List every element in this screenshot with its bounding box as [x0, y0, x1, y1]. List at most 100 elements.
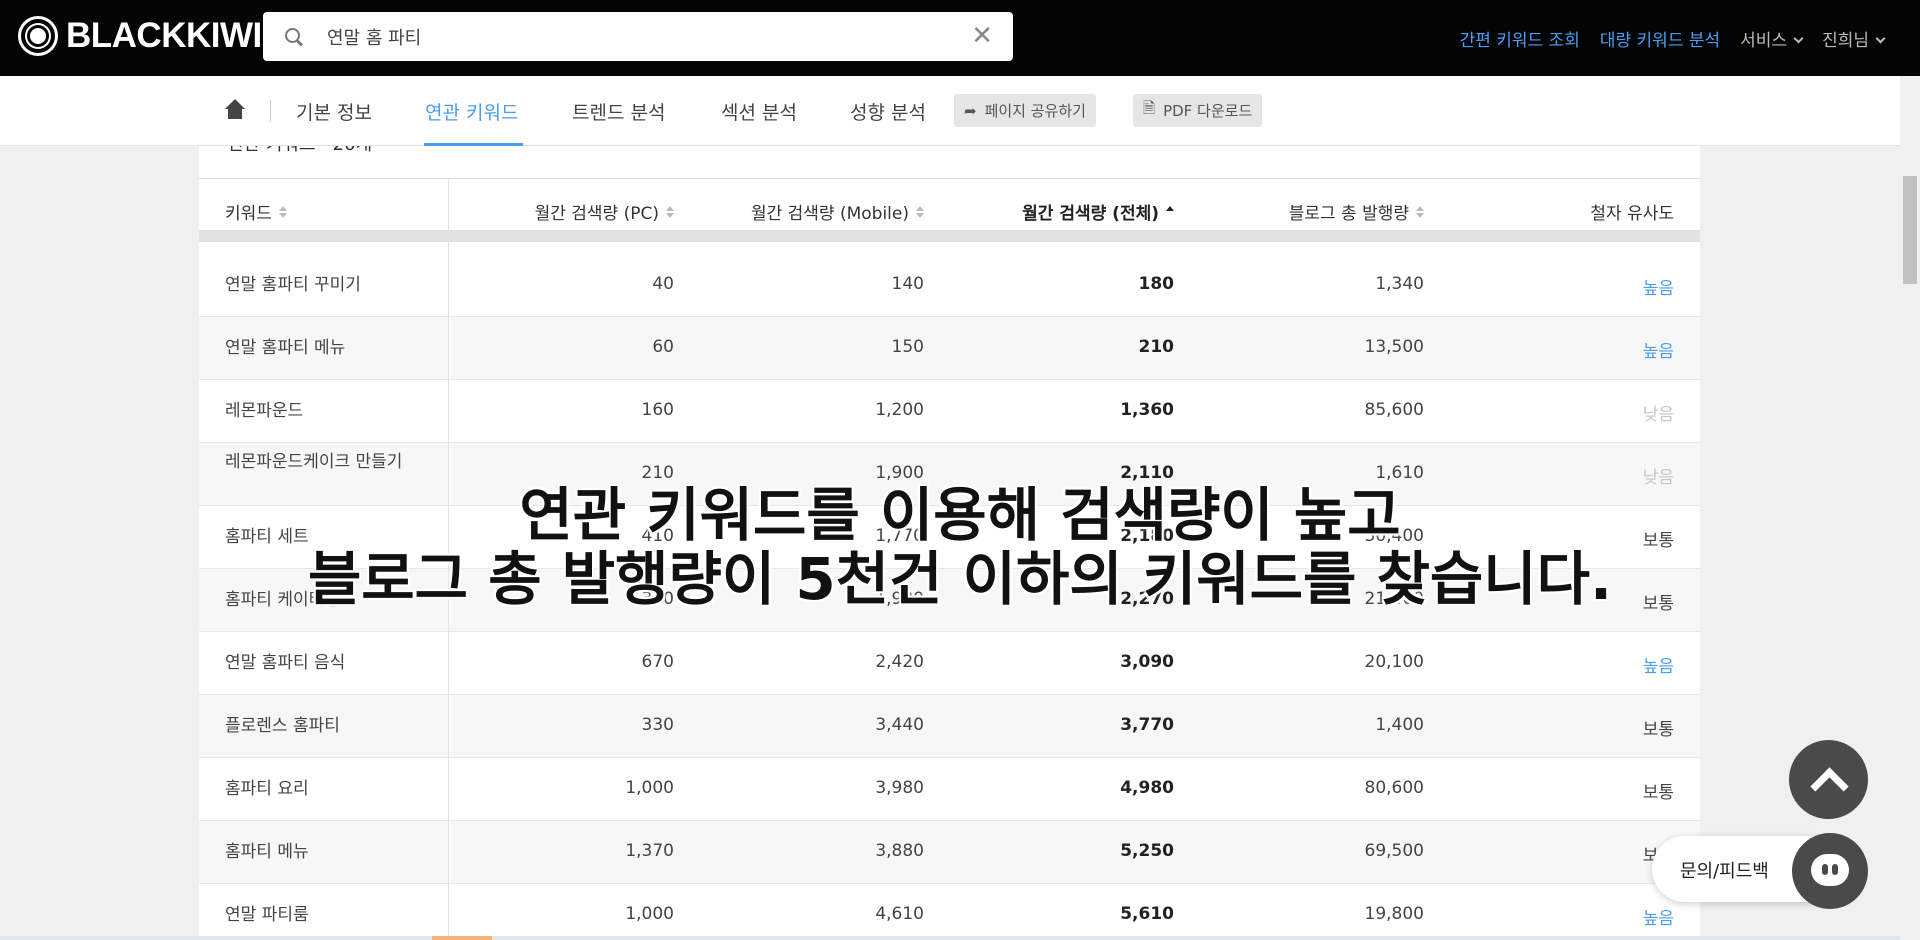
column-blog-count[interactable]: 블로그 총 발행량	[1289, 199, 1424, 224]
similarity-cell[interactable]: 높음	[1643, 337, 1674, 362]
column-keyword[interactable]: 키워드	[225, 199, 287, 224]
keyword-cell[interactable]: 홈파티 메뉴	[225, 841, 425, 864]
sort-icon	[278, 206, 287, 218]
services-label: 서비스	[1740, 30, 1788, 51]
scrollbar-thumb[interactable]	[1903, 176, 1917, 284]
search-icon[interactable]	[283, 26, 305, 48]
similarity-cell: 낮음	[1642, 405, 1674, 425]
pc-volume-cell: 330	[641, 715, 674, 735]
search-input[interactable]	[327, 26, 947, 47]
mobile-volume-cell: 2,420	[875, 652, 924, 672]
table-row: 플로렌스 홈파티 330 3,440 3,770 1,400 보통	[199, 695, 1700, 758]
chevron-down-icon	[1793, 33, 1804, 43]
blog-count-cell: 80,600	[1364, 778, 1424, 798]
sort-icon	[1166, 206, 1174, 218]
pc-volume-cell: 670	[641, 652, 674, 672]
column-label: 월간 검색량 (Mobile)	[750, 204, 909, 224]
column-label: 월간 검색량 (PC)	[534, 204, 659, 224]
keyword-cell[interactable]: 레몬파운드	[225, 400, 425, 423]
user-menu[interactable]: 진희님	[1822, 26, 1886, 51]
keyword-cell[interactable]: 레몬파운드케이크 만들기	[225, 451, 425, 474]
blog-count-cell: 1,610	[1375, 463, 1424, 483]
sort-icon	[916, 206, 924, 218]
pc-volume-cell: 1,000	[625, 778, 674, 798]
tab-basic-info[interactable]: 기본 정보	[296, 98, 372, 125]
column-pc-volume[interactable]: 월간 검색량 (PC)	[535, 199, 674, 224]
keyword-cell[interactable]: 홈파티 요리	[225, 778, 425, 801]
tab-related-keywords[interactable]: 연관 키워드	[425, 98, 518, 125]
top-bar: BLACKKIWI ✕ 간편 키워드 조회 대량 키워드 분석 서비스 진희님	[0, 0, 1920, 76]
blog-count-cell: 13,500	[1364, 337, 1424, 357]
table-row: 홈파티 요리 1,000 3,980 4,980 80,600 보통	[199, 758, 1700, 821]
pc-volume-cell: 1,370	[625, 841, 674, 861]
bottom-strip-marker	[432, 936, 492, 940]
blog-count-cell: 19,800	[1364, 904, 1424, 924]
blog-count-cell: 20,100	[1364, 652, 1424, 672]
chat-icon	[1811, 854, 1849, 886]
similarity-cell[interactable]: 높음	[1643, 652, 1674, 677]
total-volume-cell: 4,980	[1120, 778, 1174, 798]
tab-section-analysis[interactable]: 섹션 분석	[721, 98, 797, 125]
tab-trend-analysis[interactable]: 트렌드 분석	[572, 98, 665, 125]
mobile-volume-cell: 1,200	[875, 400, 924, 420]
mobile-volume-cell: 140	[891, 274, 924, 294]
pc-volume-cell: 40	[652, 274, 674, 294]
keyword-cell[interactable]: 연말 홈파티 꾸미기	[225, 274, 425, 297]
blog-count-cell: 69,500	[1364, 841, 1424, 861]
total-volume-cell: 3,090	[1120, 652, 1174, 672]
tab-tendency-analysis[interactable]: 성향 분석	[850, 98, 926, 125]
column-label: 월간 검색량 (전체)	[1022, 204, 1159, 224]
logo[interactable]: BLACKKIWI	[18, 16, 262, 56]
column-total-volume[interactable]: 월간 검색량 (전체)	[1022, 199, 1174, 224]
table-row: 연말 파티룸 1,000 4,610 5,610 19,800 높음	[199, 884, 1700, 940]
mobile-volume-cell: 4,610	[875, 904, 924, 924]
keyword-cell[interactable]: 플로렌스 홈파티	[225, 715, 425, 738]
share-page-button[interactable]: ➦ 페이지 공유하기	[954, 94, 1096, 127]
scroll-top-button[interactable]	[1789, 740, 1868, 819]
blog-count-cell: 1,400	[1375, 715, 1424, 735]
table-header: 키워드 월간 검색량 (PC) 월간 검색량 (Mobile) 월간 검색량 (…	[199, 178, 1700, 242]
column-label: 키워드	[225, 204, 272, 224]
table-row: 연말 홈파티 음식 670 2,420 3,090 20,100 높음	[199, 632, 1700, 695]
similarity-cell[interactable]: 높음	[1643, 274, 1674, 299]
similarity-cell: 보통	[1642, 783, 1674, 803]
pc-volume-cell: 1,000	[625, 904, 674, 924]
mobile-volume-cell: 3,880	[875, 841, 924, 861]
share-page-label: 페이지 공유하기	[984, 102, 1086, 120]
column-label: 블로그 총 발행량	[1288, 204, 1409, 224]
clear-icon[interactable]: ✕	[971, 23, 993, 49]
total-volume-cell: 3,770	[1120, 715, 1174, 735]
share-icon: ➦	[964, 101, 977, 120]
active-tab-indicator	[424, 143, 523, 146]
feedback-widget[interactable]: 문의/피드백	[1652, 833, 1868, 909]
blog-count-cell: 1,340	[1375, 274, 1424, 294]
pdf-download-button[interactable]: 🗎 PDF 다운로드	[1133, 94, 1263, 127]
similarity-cell[interactable]: 높음	[1643, 904, 1674, 929]
total-volume-cell: 2,110	[1120, 463, 1174, 483]
keyword-cell[interactable]: 연말 홈파티 메뉴	[225, 337, 425, 360]
search-bar: ✕	[263, 12, 1013, 61]
pc-volume-cell: 210	[641, 463, 674, 483]
services-menu[interactable]: 서비스	[1740, 26, 1804, 51]
caption-line-2: 블로그 총 발행량이 5천건 이하의 키워드를 찾습니다.	[307, 545, 1613, 613]
home-icon[interactable]	[224, 99, 246, 121]
mobile-volume-cell: 3,980	[875, 778, 924, 798]
quick-lookup-link[interactable]: 간편 키워드 조회	[1460, 26, 1580, 51]
bulk-analysis-link[interactable]: 대량 키워드 분석	[1600, 26, 1720, 51]
logo-text: BLACKKIWI	[66, 16, 262, 55]
total-volume-cell: 1,360	[1120, 400, 1174, 420]
table-row: 레몬파운드 160 1,200 1,360 85,600 낮음	[199, 380, 1700, 443]
logo-icon	[18, 16, 58, 56]
feedback-button[interactable]	[1792, 833, 1868, 909]
top-links: 간편 키워드 조회 대량 키워드 분석 서비스 진희님	[1440, 0, 1886, 76]
blog-count-cell: 85,600	[1364, 400, 1424, 420]
pdf-download-label: PDF 다운로드	[1163, 102, 1253, 120]
table-row: 연말 홈파티 꾸미기 40 140 180 1,340 높음	[199, 254, 1700, 317]
keyword-cell[interactable]: 연말 홈파티 음식	[225, 652, 425, 675]
section-nav: 기본 정보 연관 키워드 트렌드 분석 섹션 분석 성향 분석 ➦ 페이지 공유…	[0, 76, 1900, 146]
caption-line-1: 연관 키워드를 이용해 검색량이 높고	[519, 481, 1401, 549]
column-mobile-volume[interactable]: 월간 검색량 (Mobile)	[751, 199, 924, 224]
keyword-cell[interactable]: 연말 파티룸	[225, 904, 425, 927]
overlay-caption: 연관 키워드를 이용해 검색량이 높고 블로그 총 발행량이 5천건 이하의 키…	[0, 483, 1920, 611]
bottom-progress-strip	[0, 936, 1900, 940]
